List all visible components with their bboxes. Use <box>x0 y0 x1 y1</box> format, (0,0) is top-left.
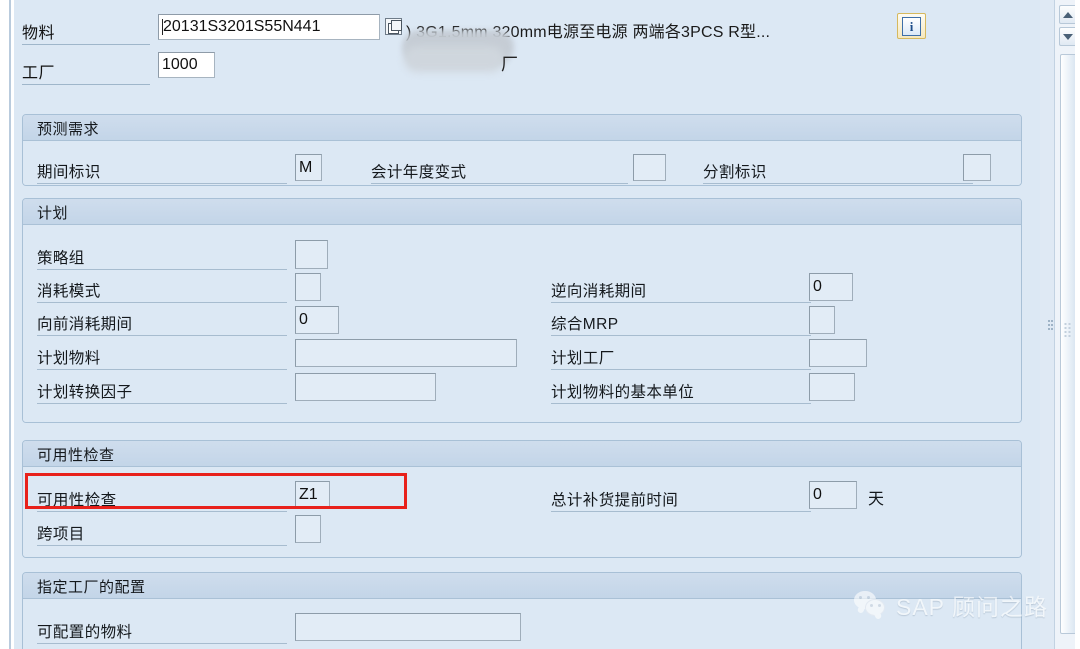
field-input-strategy-group[interactable] <box>295 240 328 269</box>
right-edge-gutter <box>1075 0 1080 649</box>
field-input-period-indicator[interactable]: M <box>295 154 322 181</box>
material-value: 20131S3201S55N441 <box>163 18 321 35</box>
material-input[interactable]: 20131S3201S55N441 <box>158 14 380 40</box>
section-forecast: 预测需求 期间标识 M 会计年度变式 分割标识 <box>22 114 1022 186</box>
field-value-bwd-consumption-period: 0 <box>813 278 822 295</box>
field-value-period-indicator: M <box>299 158 313 176</box>
field-input-fiscal-year-variant[interactable] <box>633 154 666 181</box>
section-planning-body: 策略组 消耗模式 向前消耗期间 0 计划物料 计划转换因子 逆向消耗期间 0 综… <box>23 225 1021 422</box>
field-input-cross-project[interactable] <box>295 515 321 543</box>
redaction-blur-plant-description <box>404 46 504 72</box>
section-availability-check-body: 可用性检查 Z1 跨项目 总计补货提前时间 0 天 <box>23 467 1021 557</box>
field-input-planning-conv-factor[interactable] <box>295 373 436 401</box>
info-icon: i <box>902 16 921 36</box>
scrollbar-grip-icon <box>1064 323 1073 337</box>
field-label-bwd-consumption-period: 逆向消耗期间 <box>551 279 811 303</box>
left-gutter <box>0 0 9 649</box>
section-forecast-title: 预测需求 <box>37 121 100 138</box>
section-forecast-header <box>23 115 1021 141</box>
field-label-splitting-indicator: 分割标识 <box>703 160 973 184</box>
field-input-planning-material[interactable] <box>295 339 517 367</box>
field-label-planning-material: 计划物料 <box>37 346 287 370</box>
matchcode-icon[interactable] <box>385 18 402 35</box>
field-input-planning-material-buom[interactable] <box>809 373 855 401</box>
field-label-strategy-group: 策略组 <box>37 246 287 270</box>
section-planning-title: 计划 <box>37 205 69 222</box>
field-label-cross-project: 跨项目 <box>37 522 287 546</box>
plant-input[interactable]: 1000 <box>158 52 215 78</box>
wechat-icon <box>854 591 888 619</box>
triangle-up-icon <box>1063 11 1073 18</box>
field-label-consumption-mode: 消耗模式 <box>37 279 287 303</box>
field-input-mixed-mrp[interactable] <box>809 306 835 334</box>
field-label-fiscal-year-variant: 会计年度变式 <box>371 160 628 184</box>
splitter-grip-icon[interactable] <box>1048 320 1053 334</box>
section-planning-header <box>23 199 1021 225</box>
field-input-total-repl-lead-time[interactable]: 0 <box>809 481 857 509</box>
field-input-availability-check[interactable]: Z1 <box>295 481 330 509</box>
field-label-availability-check: 可用性检查 <box>37 488 287 512</box>
content-area: 物料 20131S3201S55N441 ) 3G1.5mm 320mm电源至电… <box>14 0 1047 649</box>
material-label: 物料 <box>22 19 150 45</box>
section-availability-check-header <box>23 441 1021 467</box>
field-label-total-repl-lead-time: 总计补货提前时间 <box>551 488 811 512</box>
info-button[interactable]: i <box>897 13 926 39</box>
field-value-availability-check: Z1 <box>299 486 318 503</box>
field-label-planning-plant: 计划工厂 <box>551 346 811 370</box>
field-input-bwd-consumption-period[interactable]: 0 <box>809 273 853 301</box>
section-forecast-body: 期间标识 M 会计年度变式 分割标识 <box>23 141 1021 185</box>
plant-description-fragment: 厂 <box>501 55 518 74</box>
field-label-configurable-material: 可配置的物料 <box>37 620 287 644</box>
watermark: SAP 顾问之路 <box>854 588 1048 622</box>
section-availability-check-title: 可用性检查 <box>37 447 115 464</box>
field-input-planning-plant[interactable] <box>809 339 867 367</box>
field-label-fwd-consumption-period: 向前消耗期间 <box>37 312 287 336</box>
triangle-down-icon <box>1063 33 1073 40</box>
section-availability-check: 可用性检查 可用性检查 Z1 跨项目 总计补货提前时间 0 天 <box>22 440 1022 558</box>
watermark-text: SAP 顾问之路 <box>896 594 1048 620</box>
field-input-configurable-material[interactable] <box>295 613 521 641</box>
field-unit-total-repl-lead-time: 天 <box>868 491 885 508</box>
field-input-fwd-consumption-period[interactable]: 0 <box>295 306 339 334</box>
plant-label: 工厂 <box>22 59 150 85</box>
field-label-planning-conv-factor: 计划转换因子 <box>37 380 287 404</box>
section-plant-config-title: 指定工厂的配置 <box>37 579 146 596</box>
field-input-consumption-mode[interactable] <box>295 273 321 301</box>
field-label-period-indicator: 期间标识 <box>37 160 287 184</box>
field-label-planning-material-buom: 计划物料的基本单位 <box>551 380 811 404</box>
field-value-total-repl-lead-time: 0 <box>813 486 822 503</box>
plant-value: 1000 <box>162 56 198 73</box>
section-planning: 计划 策略组 消耗模式 向前消耗期间 0 计划物料 计划转换因子 逆向消耗期间 … <box>22 198 1022 423</box>
field-value-fwd-consumption-period: 0 <box>299 311 308 328</box>
field-input-splitting-indicator[interactable] <box>963 154 991 181</box>
field-label-mixed-mrp: 综合MRP <box>551 312 811 336</box>
sap-screen: 物料 20131S3201S55N441 ) 3G1.5mm 320mm电源至电… <box>0 0 1080 649</box>
